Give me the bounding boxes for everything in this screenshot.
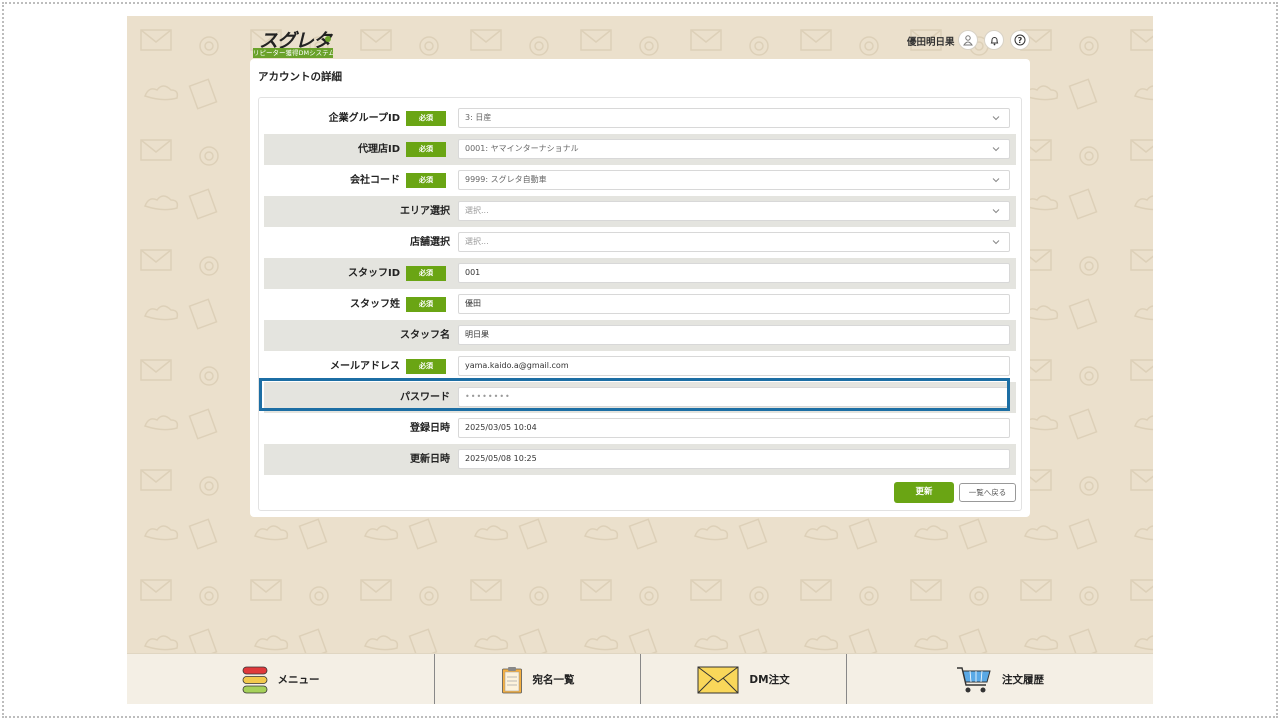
field-label: 更新日時 [410,454,450,465]
select-value: 3: 日産 [465,113,492,122]
area-select[interactable]: 選択... [458,201,1010,221]
field-label: エリア選択 [400,206,450,217]
field-label: スタッフ姓 [350,299,400,310]
chevron-down-icon [992,116,1000,121]
field-label: 代理店ID [357,144,400,155]
account-detail-card: アカウントの詳細 企業グループID 必須 3: 日産 代理店ID 必須 0001… [250,59,1030,517]
field-label: 会社コード [350,175,400,186]
page-title: アカウントの詳細 [258,71,342,83]
form-row-staff-first-name: スタッフ名 明日果 [264,320,1016,351]
agency-select[interactable]: 0001: ヤマインターナショナル [458,139,1010,159]
nav-address-list[interactable]: 宛名一覧 [435,654,640,704]
field-label: スタッフID [347,268,400,279]
nav-label: 宛名一覧 [532,674,575,686]
form-row-email: メールアドレス 必須 yama.kaido.a@gmail.com [264,351,1016,382]
form-row-company-group: 企業グループID 必須 3: 日産 [264,103,1016,134]
form-row-updated-at: 更新日時 2025/05/08 10:25 [264,444,1016,475]
staff-id-input[interactable]: 001 [458,263,1010,283]
chevron-down-icon [992,240,1000,245]
required-badge: 必須 [406,297,446,312]
field-label: パスワード [400,392,450,403]
required-badge: 必須 [406,266,446,281]
nav-order-history[interactable]: 注文履歴 [847,654,1153,704]
company-code-select[interactable]: 9999: スグレタ自動車 [458,170,1010,190]
company-group-select[interactable]: 3: 日産 [458,108,1010,128]
bottom-nav: メニュー 宛名一覧 DM注文 注文履歴 [127,653,1153,704]
update-button[interactable]: 更新 [894,482,954,503]
nav-label: メニュー [277,674,320,686]
updated-at-field: 2025/05/08 10:25 [458,449,1010,469]
logo-mark [325,36,331,42]
required-badge: 必須 [406,142,446,157]
form-row-area: エリア選択 選択... [264,196,1016,227]
account-form: 企業グループID 必須 3: 日産 代理店ID 必須 0001: ヤマインターナ… [258,97,1022,511]
field-label: 企業グループID [328,113,400,124]
staff-first-name-input[interactable]: 明日果 [458,325,1010,345]
registered-at-field: 2025/03/05 10:04 [458,418,1010,438]
password-input[interactable]: •••••••• [458,387,1010,407]
form-row-staff-id: スタッフID 必須 001 [264,258,1016,289]
required-badge: 必須 [406,111,446,126]
chevron-down-icon [992,209,1000,214]
email-input[interactable]: yama.kaido.a@gmail.com [458,356,1010,376]
field-label: 店舗選択 [410,237,450,248]
bell-icon[interactable] [984,30,1004,50]
app-window: スグレタ リピーター獲得DMシステム 優田明日果 ? アカウントの詳細 企業グル… [127,16,1153,704]
form-row-registered-at: 登録日時 2025/03/05 10:04 [264,413,1016,444]
envelope-icon [697,666,739,693]
required-badge: 必須 [406,173,446,188]
app-logo[interactable]: スグレタ リピーター獲得DMシステム [253,26,343,58]
select-value: 9999: スグレタ自動車 [465,175,547,184]
help-icon[interactable]: ? [1010,30,1030,50]
select-value: 選択... [465,206,489,215]
required-badge: 必須 [406,359,446,374]
form-row-agency: 代理店ID 必須 0001: ヤマインターナショナル [264,134,1016,165]
select-value: 0001: ヤマインターナショナル [465,144,579,153]
user-name: 優田明日果 [907,37,955,48]
select-value: 選択... [465,237,489,246]
svg-text:?: ? [1018,36,1023,45]
form-row-staff-last-name: スタッフ姓 必須 優田 [264,289,1016,320]
chevron-down-icon [992,178,1000,183]
user-icon[interactable] [958,30,978,50]
form-row-company-code: 会社コード 必須 9999: スグレタ自動車 [264,165,1016,196]
clipboard-icon [501,666,522,693]
chevron-down-icon [992,147,1000,152]
form-row-password: パスワード •••••••• [264,382,1016,413]
field-label: スタッフ名 [400,330,450,341]
field-label: 登録日時 [410,423,450,434]
menu-icon [242,666,267,693]
nav-menu[interactable]: メニュー [127,654,434,704]
logo-subtitle: リピーター獲得DMシステム [253,48,333,58]
nav-label: DM注文 [749,674,790,686]
field-label: メールアドレス [330,361,400,372]
nav-label: 注文履歴 [1002,674,1044,686]
cart-icon [957,666,991,692]
back-to-list-button[interactable]: 一覧へ戻る [959,483,1016,502]
store-select[interactable]: 選択... [458,232,1010,252]
staff-last-name-input[interactable]: 優田 [458,294,1010,314]
nav-dm-order[interactable]: DM注文 [641,654,846,704]
form-row-store: 店舗選択 選択... [264,227,1016,258]
